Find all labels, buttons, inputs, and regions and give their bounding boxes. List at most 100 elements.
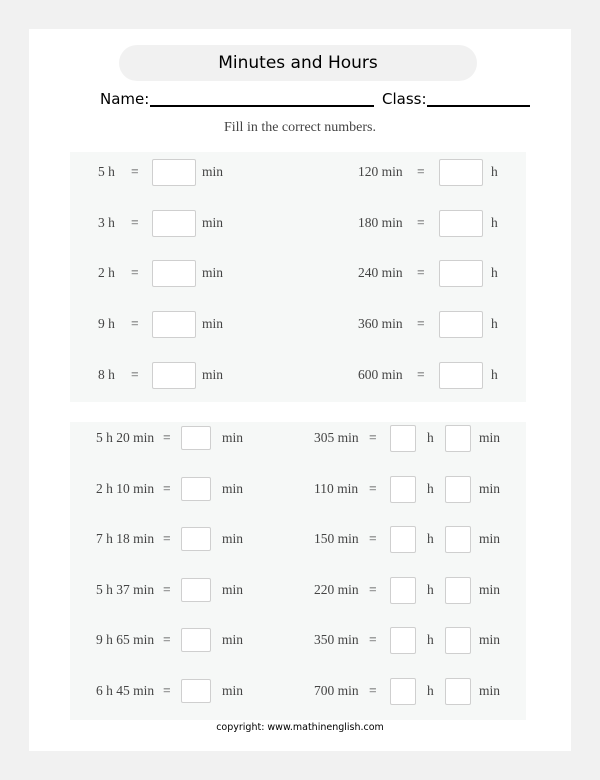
given-value: 8 h	[98, 367, 115, 382]
equals-sign: =	[131, 164, 139, 179]
answer-box[interactable]	[152, 260, 196, 287]
given-value: 600 min	[358, 367, 403, 382]
answer-box[interactable]	[181, 578, 211, 602]
given-value: 9 h 65 min	[96, 632, 155, 647]
hours-answer-box[interactable]	[390, 577, 416, 604]
equals-sign: =	[369, 683, 377, 698]
given-value: 3 h	[98, 215, 115, 230]
equals-sign: =	[163, 430, 171, 445]
answer-box[interactable]	[181, 628, 211, 652]
name-input-line[interactable]	[150, 105, 374, 107]
answer-box[interactable]	[181, 426, 211, 450]
unit-label: h	[427, 632, 434, 647]
class-input-line[interactable]	[427, 105, 530, 107]
given-value: 6 h 45 min	[96, 683, 155, 698]
equals-sign: =	[417, 316, 425, 331]
equals-sign: =	[163, 481, 171, 496]
equals-sign: =	[131, 316, 139, 331]
given-value: 9 h	[98, 316, 115, 331]
equals-sign: =	[369, 582, 377, 597]
given-value: 220 min	[314, 582, 359, 597]
equals-sign: =	[417, 215, 425, 230]
class-label: Class:	[382, 90, 427, 108]
unit-label: min	[202, 215, 224, 230]
unit-label: h	[427, 531, 434, 546]
given-value: 360 min	[358, 316, 403, 331]
answer-box[interactable]	[152, 210, 196, 237]
unit-label: h	[427, 582, 434, 597]
unit-label: min	[479, 632, 501, 647]
equals-sign: =	[417, 367, 425, 382]
answer-box[interactable]	[152, 311, 196, 338]
equals-sign: =	[417, 164, 425, 179]
given-value: 110 min	[314, 481, 359, 496]
given-value: 240 min	[358, 265, 403, 280]
minutes-answer-box[interactable]	[445, 476, 471, 503]
unit-label: min	[222, 683, 244, 698]
name-class-row: Name: Class:	[100, 86, 540, 110]
equals-sign: =	[369, 632, 377, 647]
equals-sign: =	[369, 531, 377, 546]
section-2-panel	[70, 422, 526, 720]
unit-label: min	[479, 531, 501, 546]
hours-answer-box[interactable]	[390, 425, 416, 452]
unit-label: min	[222, 582, 244, 597]
equals-sign: =	[163, 632, 171, 647]
equals-sign: =	[163, 582, 171, 597]
equals-sign: =	[163, 531, 171, 546]
answer-box[interactable]	[181, 477, 211, 501]
instruction-text: Fill in the correct numbers.	[223, 120, 377, 135]
given-value: 700 min	[314, 683, 359, 698]
hours-answer-box[interactable]	[390, 526, 416, 553]
minutes-answer-box[interactable]	[445, 627, 471, 654]
unit-label: h	[427, 481, 434, 496]
minutes-answer-box[interactable]	[445, 425, 471, 452]
given-value: 2 h 10 min	[96, 481, 155, 496]
unit-label: min	[222, 632, 244, 647]
answer-box[interactable]	[439, 362, 483, 389]
given-value: 7 h 18 min	[96, 531, 155, 546]
minutes-answer-box[interactable]	[445, 526, 471, 553]
given-value: 2 h	[98, 265, 115, 280]
equals-sign: =	[131, 215, 139, 230]
given-value: 5 h 20 min	[96, 430, 155, 445]
given-value: 120 min	[358, 164, 403, 179]
unit-label: h	[427, 430, 434, 445]
answer-box[interactable]	[439, 210, 483, 237]
equals-sign: =	[369, 430, 377, 445]
equals-sign: =	[163, 683, 171, 698]
answer-box[interactable]	[439, 311, 483, 338]
given-value: 180 min	[358, 215, 403, 230]
hours-answer-box[interactable]	[390, 678, 416, 705]
unit-label: min	[202, 164, 224, 179]
unit-label: min	[479, 430, 501, 445]
minutes-answer-box[interactable]	[445, 678, 471, 705]
unit-label: h	[427, 683, 434, 698]
answer-box[interactable]	[181, 679, 211, 703]
answer-box[interactable]	[439, 260, 483, 287]
equals-sign: =	[369, 481, 377, 496]
given-value: 305 min	[314, 430, 359, 445]
given-value: 5 h 37 min	[96, 582, 155, 597]
equals-sign: =	[417, 265, 425, 280]
hours-answer-box[interactable]	[390, 627, 416, 654]
unit-label: min	[202, 316, 224, 331]
answer-box[interactable]	[152, 159, 196, 186]
unit-label: h	[491, 367, 498, 382]
unit-label: min	[222, 481, 244, 496]
name-label: Name:	[100, 90, 150, 108]
minutes-answer-box[interactable]	[445, 577, 471, 604]
unit-label: min	[479, 582, 501, 597]
answer-box[interactable]	[439, 159, 483, 186]
unit-label: h	[491, 215, 498, 230]
given-value: 5 h	[98, 164, 115, 179]
given-value: 350 min	[314, 632, 359, 647]
unit-label: h	[491, 164, 498, 179]
unit-label: min	[479, 683, 501, 698]
equals-sign: =	[131, 367, 139, 382]
hours-answer-box[interactable]	[390, 476, 416, 503]
unit-label: h	[491, 265, 498, 280]
answer-box[interactable]	[152, 362, 196, 389]
unit-label: min	[202, 265, 224, 280]
answer-box[interactable]	[181, 527, 211, 551]
